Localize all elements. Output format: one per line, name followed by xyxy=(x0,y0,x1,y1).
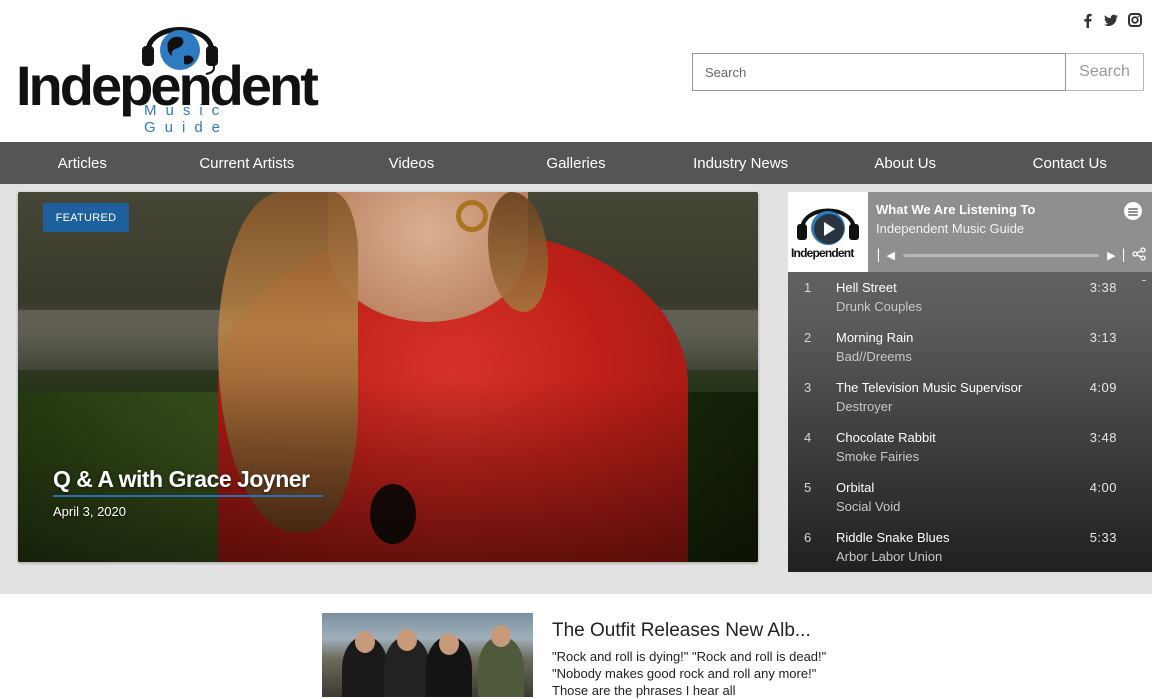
track-number: 2 xyxy=(804,330,812,345)
search-input[interactable] xyxy=(692,53,1066,91)
track-row[interactable]: 3 The Television Music Supervisor Destro… xyxy=(788,372,1152,422)
play-icon[interactable] xyxy=(814,214,844,244)
track-row[interactable]: 1 Hell Street Drunk Couples 3:38 xyxy=(788,272,1152,322)
featured-badge[interactable]: FEATURED xyxy=(43,203,129,232)
logo-subtitle: Music Guide xyxy=(144,102,230,136)
article-excerpt: "Rock and roll is dying!" "Rock and roll… xyxy=(552,649,827,698)
playlist-owner[interactable]: Independent Music Guide xyxy=(876,221,1024,236)
track-number: 4 xyxy=(804,430,812,445)
track-artist[interactable]: Smoke Fairies xyxy=(836,449,919,464)
track-row[interactable]: 6 Riddle Snake Blues Arbor Labor Union 5… xyxy=(788,522,1152,572)
music-player-widget: Independent What We Are Listening To Ind… xyxy=(788,192,1152,572)
site-header: Independent Music Guide Search xyxy=(0,0,1152,142)
facebook-icon[interactable] xyxy=(1080,12,1094,28)
featured-date: April 3, 2020 xyxy=(53,504,126,519)
nav-item-current-artists[interactable]: Current Artists xyxy=(165,142,330,184)
nav-item-articles[interactable]: Articles xyxy=(0,142,165,184)
featured-title[interactable]: Q & A with Grace Joyner xyxy=(53,466,310,493)
next-track-icon[interactable]: ▶▕ xyxy=(1107,249,1124,262)
search-button[interactable]: Search xyxy=(1066,53,1144,91)
track-number: 5 xyxy=(804,480,812,495)
track-row[interactable]: 4 Chocolate Rabbit Smoke Fairies 3:48 xyxy=(788,422,1152,472)
site-logo[interactable]: Independent Music Guide xyxy=(16,12,326,136)
search-form: Search xyxy=(692,53,1144,91)
nav-item-videos[interactable]: Videos xyxy=(329,142,494,184)
featured-post[interactable]: FEATURED Q & A with Grace Joyner April 3… xyxy=(18,192,758,562)
track-number: 1 xyxy=(804,280,812,295)
share-icon[interactable] xyxy=(1132,246,1146,264)
spotify-icon[interactable] xyxy=(1124,202,1142,220)
article-thumbnail[interactable] xyxy=(322,613,533,697)
nav-item-contact-us[interactable]: Contact Us xyxy=(987,142,1152,184)
nav-item-galleries[interactable]: Galleries xyxy=(494,142,659,184)
social-links xyxy=(1080,12,1142,28)
playlist-cover-art[interactable]: Independent xyxy=(788,192,868,272)
track-duration: 3:13 xyxy=(1089,330,1117,345)
track-duration: 4:09 xyxy=(1089,380,1117,395)
cover-wordmark: Independent xyxy=(791,246,854,260)
track-duration: 3:38 xyxy=(1089,280,1117,295)
track-duration: 4:00 xyxy=(1089,480,1117,495)
track-number: 6 xyxy=(804,530,812,545)
player-controls: ▏◀ ▶▕ xyxy=(878,246,1146,264)
nav-item-about-us[interactable]: About Us xyxy=(823,142,988,184)
instagram-icon[interactable] xyxy=(1128,12,1142,28)
twitter-icon[interactable] xyxy=(1104,12,1118,28)
track-name: Chocolate Rabbit xyxy=(836,430,936,445)
playlist-title[interactable]: What We Are Listening To xyxy=(876,202,1035,217)
main-nav: Articles Current Artists Videos Gallerie… xyxy=(0,142,1152,184)
track-row[interactable]: 5 Orbital Social Void 4:00 xyxy=(788,472,1152,522)
title-underline xyxy=(53,495,323,497)
track-duration: 3:48 xyxy=(1089,430,1117,445)
track-artist[interactable]: Destroyer xyxy=(836,399,892,414)
article-title[interactable]: The Outfit Releases New Alb... xyxy=(552,620,811,642)
progress-bar[interactable] xyxy=(902,253,1100,257)
track-artist[interactable]: Arbor Labor Union xyxy=(836,549,942,564)
nav-item-industry-news[interactable]: Industry News xyxy=(658,142,823,184)
track-duration: 5:33 xyxy=(1089,530,1117,545)
track-row[interactable]: 2 Morning Rain Bad//Dreems 3:13 xyxy=(788,322,1152,372)
track-number: 3 xyxy=(804,380,812,395)
previous-track-icon[interactable]: ▏◀ xyxy=(878,249,895,262)
track-name: Orbital xyxy=(836,480,875,495)
track-name: Hell Street xyxy=(836,280,897,295)
track-artist[interactable]: Bad//Dreems xyxy=(836,349,912,364)
track-name: The Television Music Supervisor xyxy=(836,380,1023,395)
player-header: Independent What We Are Listening To Ind… xyxy=(788,192,1152,272)
track-artist[interactable]: Drunk Couples xyxy=(836,299,922,314)
track-artist[interactable]: Social Void xyxy=(836,499,900,514)
track-name: Riddle Snake Blues xyxy=(836,530,950,545)
track-name: Morning Rain xyxy=(836,330,914,345)
